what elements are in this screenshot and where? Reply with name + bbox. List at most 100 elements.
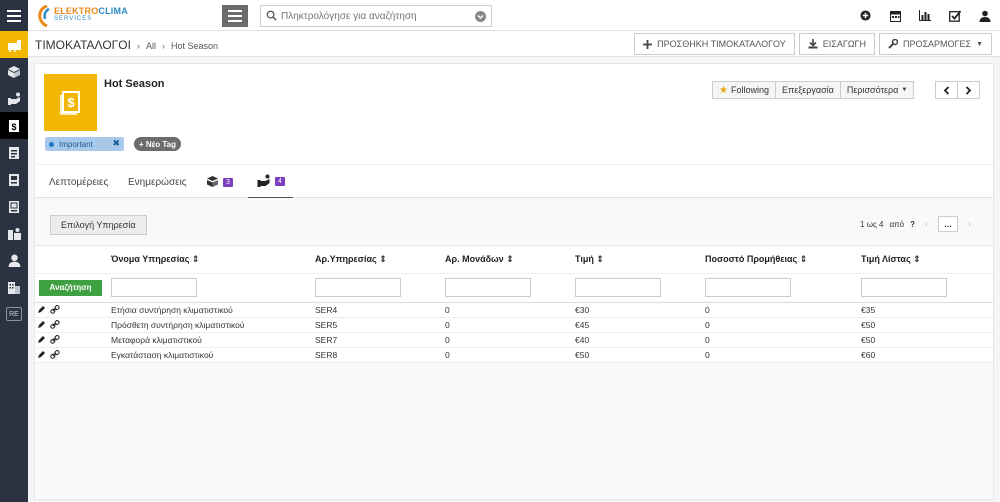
checkbox-icon[interactable] (940, 0, 970, 31)
column-header-price[interactable]: Τιμή ⇕ (575, 246, 705, 274)
service-code: SER8 (315, 347, 445, 363)
price-list-icon[interactable]: $ (0, 112, 28, 139)
sort-icon: ⇕ (596, 253, 604, 264)
module-menu-button[interactable] (222, 5, 248, 27)
unlink-icon[interactable] (50, 305, 60, 314)
tag-important[interactable]: Important ✖ (45, 137, 124, 151)
table-row[interactable]: Πρόσθετη συντήρηση κλιματιστικού SER5 0 … (35, 317, 993, 333)
search-icon (266, 10, 277, 21)
sort-icon: ⇕ (506, 253, 514, 264)
service-name[interactable]: Ετήσια συντήρηση κλιματιστικού (111, 302, 315, 318)
tab-products[interactable]: 3 (205, 165, 233, 199)
next-page-icon[interactable]: › (968, 219, 971, 229)
filter-code-input[interactable] (315, 278, 401, 297)
pencil-icon[interactable] (37, 335, 46, 344)
filter-units-input[interactable] (445, 278, 531, 297)
service-price: €30 (575, 302, 705, 318)
search-button[interactable]: Αναζήτηση (39, 279, 102, 296)
more-options-button[interactable]: … (938, 216, 958, 232)
customize-button[interactable]: ΠΡΟΣΑΡΜΟΓΕΣ ▼ (878, 33, 992, 55)
caret-down-icon: ▼ (901, 87, 908, 93)
plus-circle-icon[interactable] (850, 0, 880, 31)
breadcrumb-module[interactable]: ΤΙΜΟΚΑΤΑΛΟΓΟΙ (35, 38, 131, 52)
prev-page-icon[interactable]: ‹ (925, 219, 928, 229)
next-record-button[interactable] (957, 81, 980, 99)
service-units: 0 (445, 332, 575, 348)
tag-dot-icon (49, 141, 54, 147)
service-name[interactable]: Εγκατάσταση κλιματιστικού (111, 347, 315, 363)
hamburger-menu-icon[interactable] (0, 0, 28, 31)
top-bar: ELEKTROCLIMA SERVICES (0, 0, 1000, 31)
filter-name-input[interactable] (111, 278, 197, 297)
column-header-commission[interactable]: Ποσοστό Προμήθειας ⇕ (705, 246, 861, 274)
unlink-icon[interactable] (50, 320, 60, 329)
user-icon[interactable] (0, 247, 28, 274)
new-tag-button[interactable]: + Νέο Tag (134, 137, 181, 151)
recent-items-button[interactable]: RE (6, 307, 22, 321)
svg-text:$: $ (67, 95, 75, 110)
service-units: 0 (445, 302, 575, 318)
calendar-icon[interactable] (880, 0, 910, 31)
download-icon (808, 39, 818, 49)
sort-icon: ⇕ (799, 253, 808, 264)
user-menu-icon[interactable] (970, 0, 1000, 31)
edit-button[interactable]: Επεξεργασία (775, 81, 841, 99)
logo-mark-icon (38, 5, 50, 27)
hand-coin-icon[interactable] (0, 85, 28, 112)
table-row[interactable]: Μεταφορά κλιματιστικού SER7 0 €40 0 €50 (35, 332, 993, 348)
filter-list-price-input[interactable] (861, 278, 947, 297)
filter-price-input[interactable] (575, 278, 661, 297)
building-icon[interactable] (0, 274, 28, 301)
chevron-right-icon: › (136, 41, 140, 51)
bar-chart-icon[interactable] (910, 0, 940, 31)
column-header-list-price[interactable]: Τιμή Λίστας ⇕ (861, 246, 993, 274)
record-tabs: Λεπτομέρειες Ενημερώσεις 3 4 (35, 164, 993, 199)
select-service-button[interactable]: Επιλογή Υπηρεσία (50, 215, 147, 235)
add-price-list-button[interactable]: ΠΡΟΣΘΗΚΗ ΤΙΜΟΚΑΤΑΛΟΓΟΥ (634, 33, 795, 55)
service-commission: 0 (705, 302, 861, 318)
service-name[interactable]: Πρόσθετη συντήρηση κλιματιστικού (111, 317, 315, 333)
global-search[interactable] (260, 5, 492, 27)
previous-record-button[interactable] (935, 81, 958, 99)
filter-commission-input[interactable] (705, 278, 791, 297)
remove-tag-icon[interactable]: ✖ (112, 138, 120, 149)
column-header-units[interactable]: Αρ. Μονάδων ⇕ (445, 246, 575, 274)
services-table: Όνομα Υπηρεσίας ⇕ Αρ.Υπηρεσίας ⇕ Αρ. Μον… (35, 246, 993, 363)
box-icon[interactable] (0, 58, 28, 85)
search-input[interactable] (281, 6, 471, 26)
column-header-name[interactable]: Όνομα Υπηρεσίας ⇕ (111, 246, 315, 274)
pencil-icon[interactable] (37, 305, 46, 314)
pagination-of: από (889, 219, 905, 229)
calendar-book-icon[interactable] (0, 193, 28, 220)
service-list-price: €35 (861, 302, 993, 318)
control-bar: ΤΙΜΟΚΑΤΑΛΟΓΟΙ › All › Hot Season ΠΡΟΣΘΗΚ… (28, 31, 1000, 57)
table-row[interactable]: Εγκατάσταση κλιματιστικού SER8 0 €50 0 €… (35, 347, 993, 363)
pagination: 1 ως 4 από ? ‹ … › (860, 216, 975, 232)
address-book-icon[interactable] (0, 166, 28, 193)
tab-services[interactable]: 4 (248, 165, 293, 199)
products-count-badge: 3 (223, 177, 233, 187)
pencil-icon[interactable] (37, 320, 46, 329)
chevron-right-icon (965, 85, 972, 95)
breadcrumb-current: Hot Season (170, 41, 218, 51)
logo[interactable]: ELEKTROCLIMA SERVICES (38, 4, 138, 28)
more-button[interactable]: Περισσότερα ▼ (839, 81, 915, 99)
contacts-icon[interactable] (0, 139, 28, 166)
breadcrumb-all[interactable]: All (146, 41, 156, 51)
caret-down-icon: ▼ (976, 40, 983, 48)
tab-details[interactable]: Λεπτομέρειες (49, 165, 108, 199)
breadcrumb: ΤΙΜΟΚΑΤΑΛΟΓΟΙ › All › Hot Season (35, 38, 218, 52)
unlink-icon[interactable] (50, 335, 60, 344)
table-row[interactable]: Ετήσια συντήρηση κλιματιστικού SER4 0 €3… (35, 302, 993, 318)
worker-icon[interactable] (0, 220, 28, 247)
quick-create-icon[interactable] (0, 31, 28, 58)
column-header-code[interactable]: Αρ.Υπηρεσίας ⇕ (315, 246, 445, 274)
unlink-icon[interactable] (50, 350, 60, 359)
search-options-icon[interactable] (475, 11, 486, 22)
service-name[interactable]: Μεταφορά κλιματιστικού (111, 332, 315, 348)
pencil-icon[interactable] (37, 350, 46, 359)
services-count-badge: 4 (275, 176, 285, 186)
import-button[interactable]: ΕΙΣΑΓΩΓΗ (798, 33, 875, 55)
tab-updates[interactable]: Ενημερώσεις (128, 165, 187, 199)
following-button[interactable]: ★ Following (712, 81, 776, 99)
